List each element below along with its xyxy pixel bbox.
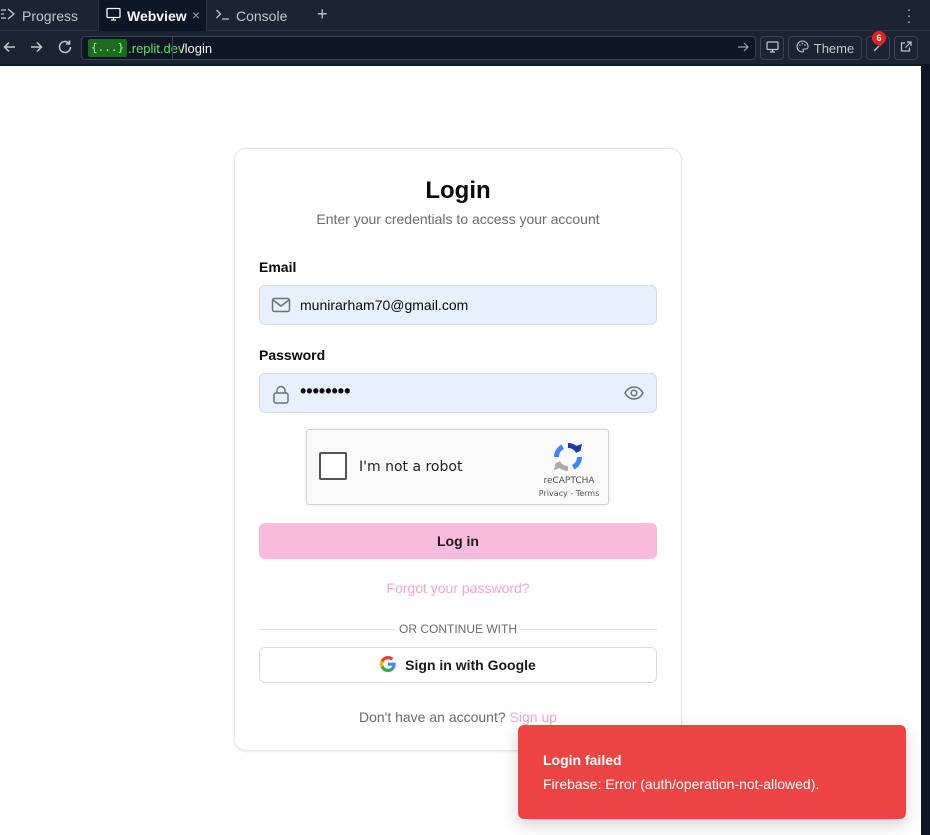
palette-icon	[796, 40, 809, 56]
page-subtitle: Enter your credentials to access your ac…	[316, 211, 600, 227]
tab-webview[interactable]: Webview ×	[98, 0, 207, 31]
recaptcha-logo-icon	[551, 440, 585, 479]
domain-placeholder: {...}	[88, 39, 128, 57]
external-link-icon	[900, 40, 912, 56]
email-field[interactable]: munirarham70@gmail.com	[259, 285, 657, 325]
progress-icon	[0, 7, 16, 24]
webview-frame: Login Enter your credentials to access y…	[0, 66, 921, 835]
theme-button[interactable]: Theme	[788, 36, 862, 60]
eye-icon[interactable]	[624, 385, 644, 406]
tab-label: Webview	[127, 7, 187, 24]
more-options-icon[interactable]: · · ·	[906, 2, 912, 28]
recaptcha-privacy-terms[interactable]: Privacy - Terms	[537, 489, 601, 498]
signup-prompt: Don't have an account? Sign up	[235, 709, 681, 725]
url-domain: {...} .replit.dev	[84, 39, 185, 57]
tab-label: Console	[236, 7, 288, 24]
email-value: munirarham70@gmail.com	[300, 297, 469, 313]
mail-icon	[271, 296, 291, 319]
monitor-icon	[106, 7, 121, 24]
device-preview-button[interactable]	[760, 36, 784, 60]
tab-label: Progress	[22, 7, 79, 24]
url-separator	[172, 37, 173, 59]
email-label: Email	[259, 259, 297, 275]
signup-link[interactable]: Sign up	[510, 709, 557, 725]
devtools-badge: 6	[872, 31, 886, 45]
add-tab-button[interactable]: +	[317, 4, 328, 25]
password-label: Password	[259, 347, 326, 363]
divider-line-right	[521, 629, 657, 630]
password-value: ••••••••	[300, 381, 351, 401]
ide-tab-bar: Progress Webview × Console + · · ·	[0, 0, 930, 31]
page-title: Login	[425, 177, 491, 204]
url-input[interactable]: {...} .replit.dev /login	[81, 36, 756, 60]
recaptcha-widget: I'm not a robot reCAPTCHA Privacy - Term…	[306, 429, 609, 505]
divider: OR CONTINUE WITH	[259, 622, 657, 636]
toast-title: Login failed	[543, 752, 622, 768]
devtools-button[interactable]: 6	[866, 31, 890, 60]
go-arrow-icon[interactable]	[737, 40, 749, 57]
webview-url-bar: {...} .replit.dev /login Theme 6	[0, 31, 930, 65]
lock-icon	[271, 384, 291, 409]
forgot-password-link[interactable]: Forgot your password?	[235, 580, 681, 596]
login-card: Login Enter your credentials to access y…	[234, 148, 682, 751]
open-new-tab-button[interactable]	[894, 36, 918, 60]
url-path: /login	[181, 41, 213, 56]
toast-message: Firebase: Error (auth/operation-not-allo…	[543, 776, 820, 792]
monitor-icon	[765, 40, 779, 56]
recaptcha-checkbox[interactable]	[319, 452, 347, 480]
reload-icon[interactable]	[57, 39, 73, 60]
tab-progress[interactable]: Progress	[0, 0, 98, 31]
webview-edge	[921, 66, 930, 835]
google-icon	[380, 655, 396, 675]
signup-prompt-text: Don't have an account?	[358, 709, 506, 725]
recaptcha-brand: reCAPTCHA	[543, 476, 595, 486]
password-field[interactable]: ••••••••	[259, 373, 657, 413]
error-toast: Login failed Firebase: Error (auth/opera…	[518, 725, 906, 819]
forward-arrow-icon[interactable]	[29, 39, 43, 60]
theme-label: Theme	[813, 40, 855, 56]
terminal-icon	[215, 7, 230, 24]
recaptcha-label: I'm not a robot	[359, 459, 463, 475]
back-arrow-icon[interactable]	[3, 39, 17, 60]
domain-host: .replit.dev	[128, 40, 185, 56]
google-sign-in-button[interactable]: Sign in with Google	[259, 647, 657, 683]
google-button-label: Sign in with Google	[405, 657, 536, 673]
tab-console[interactable]: Console	[207, 0, 307, 31]
close-tab-icon[interactable]: ×	[192, 7, 200, 23]
login-button[interactable]: Log in	[259, 523, 657, 559]
